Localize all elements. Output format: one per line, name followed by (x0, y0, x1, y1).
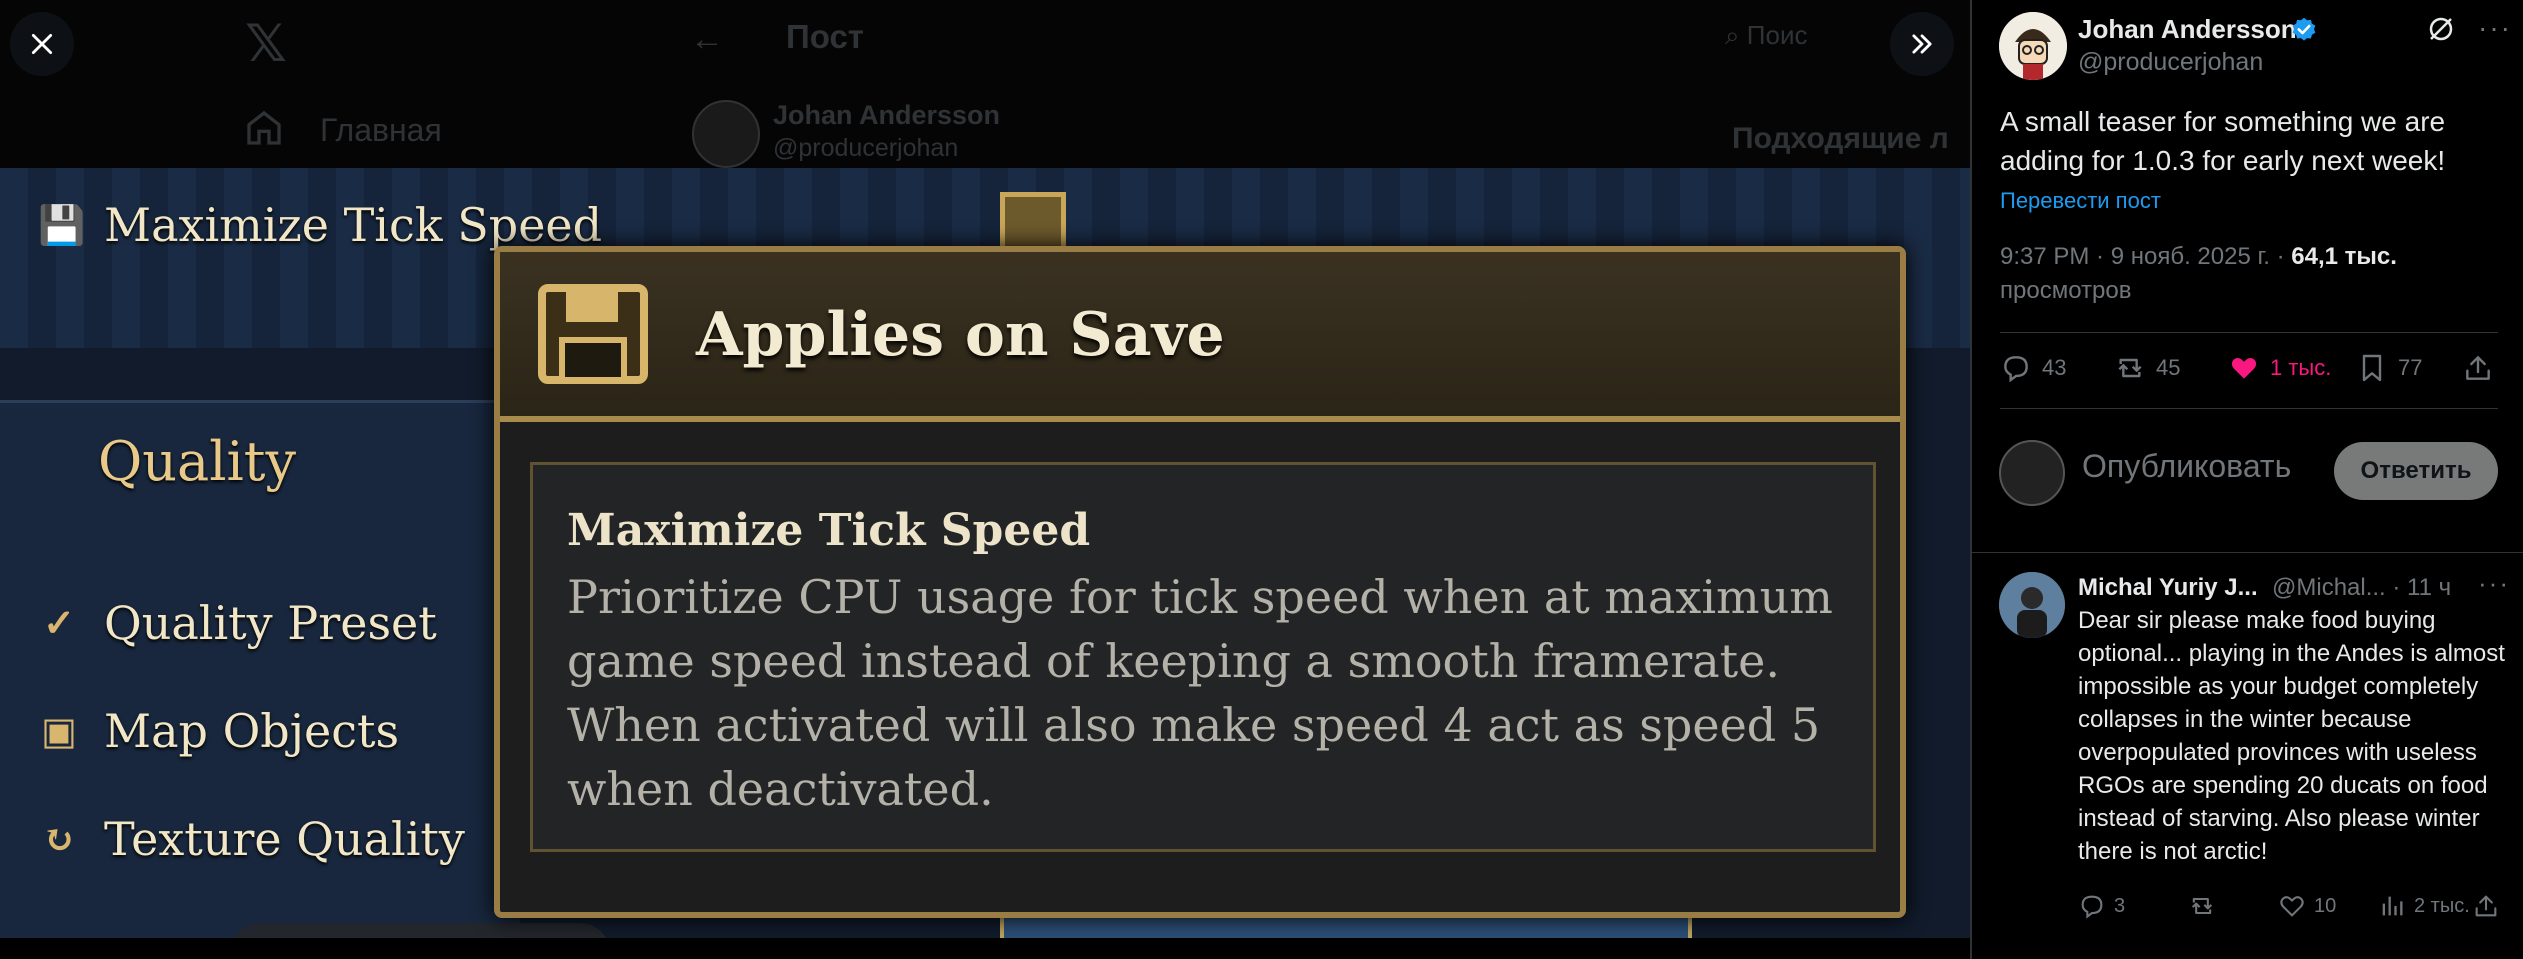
tooltip-title: Applies on Save (696, 300, 1225, 370)
avatar[interactable] (1999, 12, 2067, 80)
analytics-icon (2382, 896, 2403, 916)
game-row-maximize-tick-speed: 💾 Maximize Tick Speed (38, 198, 602, 252)
tooltip-header: Applies on Save (500, 252, 1900, 422)
share-button[interactable] (2462, 352, 2494, 384)
game-row-quality-preset: ✓ Quality Preset (38, 596, 437, 650)
game-tooltip: Applies on Save Maximize Tick Speed Prio… (494, 246, 1906, 918)
author-name[interactable]: Johan Andersson (2078, 14, 2297, 45)
like-count: 10 (2314, 894, 2337, 917)
like-button[interactable]: 1 тыс. (2228, 352, 2331, 384)
tooltip-subtitle: Maximize Tick Speed (567, 505, 1091, 556)
tooltip-description: Prioritize CPU usage for tick speed when… (567, 570, 1833, 816)
grok-icon[interactable] (2426, 14, 2456, 44)
game-row-label: Map Objects (104, 704, 400, 758)
reply-input[interactable]: Опубликовать (2082, 448, 2312, 485)
repost-icon (2118, 358, 2142, 378)
reply-count: 43 (2042, 355, 2067, 380)
chevron-double-right-icon (1912, 34, 1932, 54)
background-author-handle: @producerjohan (773, 134, 959, 162)
expand-panel-button[interactable] (1890, 12, 1954, 76)
refresh-icon: ↻ (43, 816, 75, 861)
game-row-label: Maximize Tick Speed (104, 198, 603, 252)
views-button[interactable]: 2 тыс. (2378, 892, 2470, 920)
divider (1972, 552, 2523, 553)
repost-button[interactable]: 45 (2114, 352, 2180, 384)
game-row-label: Quality Preset (104, 596, 437, 650)
current-user-avatar (1999, 440, 2065, 506)
bookmark-count: 77 (2398, 355, 2423, 380)
verified-badge-icon (2292, 17, 2316, 41)
close-icon (31, 33, 53, 55)
reply-button[interactable]: 43 (2000, 352, 2066, 384)
translate-link[interactable]: Перевести пост (2000, 188, 2161, 214)
floppy-icon (538, 284, 648, 384)
heart-icon (2280, 896, 2304, 917)
more-options-icon[interactable]: ··· (2478, 12, 2512, 44)
share-icon (2466, 356, 2490, 380)
reply-count: 3 (2114, 894, 2126, 917)
more-options-icon[interactable]: ··· (2478, 568, 2510, 599)
reply-text: Dear sir please make food buying optiona… (2078, 607, 2505, 865)
reply-author-name[interactable]: Michal Yuriy J... (2078, 574, 2258, 602)
reply-author-handle[interactable]: @Michal... (2272, 574, 2386, 601)
media-viewer: 𝕏 Главная ← Пост ⌕ Поис Johan Andersson … (0, 0, 1970, 959)
search-icon: ⌕ (1725, 20, 1747, 50)
x-logo-icon: 𝕏 (245, 15, 287, 73)
like-count: 1 тыс. (2270, 355, 2332, 380)
reply-icon (2004, 356, 2028, 383)
game-row-map-objects: ▣ Map Objects (38, 704, 399, 758)
reply-meta: @Michal... · 11 ч (2272, 574, 2451, 602)
divider (2000, 332, 2498, 333)
nav-home-label: Главная (320, 112, 442, 148)
share-button[interactable] (2472, 892, 2500, 920)
related-heading: Подходящие л (1732, 122, 1949, 155)
reply-button[interactable]: 3 (2078, 892, 2125, 920)
game-row-texture-quality: ↻ Texture Quality (38, 812, 465, 866)
background-author-name: Johan Andersson (773, 100, 1001, 130)
floppy-icon: ▣ (41, 708, 77, 753)
post-header-title: Пост (786, 18, 864, 55)
views-count: 2 тыс. (2414, 894, 2470, 917)
floppy-icon: 💾 (38, 202, 86, 247)
search-bar: ⌕ Поис (1725, 20, 1807, 52)
back-arrow-icon: ← (690, 20, 724, 58)
search-text: Поис (1746, 20, 1808, 50)
close-button[interactable] (10, 12, 74, 76)
post-actions: 43 45 1 тыс. 77 (2000, 352, 2498, 392)
reply-author-avatar[interactable] (1999, 572, 2065, 638)
repost-count: 45 (2156, 355, 2181, 380)
reply-actions: 3 10 2 тыс. (2078, 892, 2498, 926)
avatar-photo (1999, 572, 2065, 638)
game-screenshot: 💾 Maximize Tick Speed Quality ✓ Quality … (0, 168, 1970, 938)
post-meta: 9:37 PM · 9 нояб. 2025 г. · 64,1 тыс. пр… (2000, 240, 2505, 308)
views-count: 64,1 тыс. (2291, 243, 2397, 270)
background-avatar (692, 100, 760, 168)
game-row-label: Texture Quality (104, 812, 465, 866)
divider (2000, 408, 2498, 409)
author-handle[interactable]: @producerjohan (2078, 48, 2263, 77)
check-circle-icon: ✓ (43, 600, 75, 645)
post-text: A small teaser for something we are addi… (2000, 106, 2446, 176)
quality-heading: Quality (98, 430, 296, 493)
heart-icon (2231, 357, 2257, 379)
post-timestamp[interactable]: 9:37 PM · 9 нояб. 2025 г. · (2000, 243, 2291, 270)
reply-icon (2081, 895, 2103, 919)
tooltip-body: Maximize Tick Speed Prioritize CPU usage… (530, 462, 1876, 852)
reply-time[interactable]: · 11 ч (2392, 574, 2451, 601)
repost-button[interactable] (2188, 892, 2216, 920)
bookmark-icon (2362, 354, 2382, 382)
repost-icon (2191, 897, 2213, 915)
home-icon (247, 110, 281, 145)
bookmark-button[interactable]: 77 (2356, 352, 2422, 384)
views-label: просмотров (2000, 277, 2132, 304)
like-button[interactable]: 10 (2278, 892, 2336, 920)
reply-submit-button[interactable]: Ответить (2334, 442, 2498, 500)
share-icon (2475, 895, 2497, 917)
background-page: 𝕏 Главная ← Пост ⌕ Поис Johan Andersson … (0, 0, 1970, 170)
post-panel: Johan Andersson @producerjohan ··· A sma… (1970, 0, 2523, 959)
bottom-shadow (230, 923, 610, 938)
avatar-illustration (1999, 12, 2067, 80)
